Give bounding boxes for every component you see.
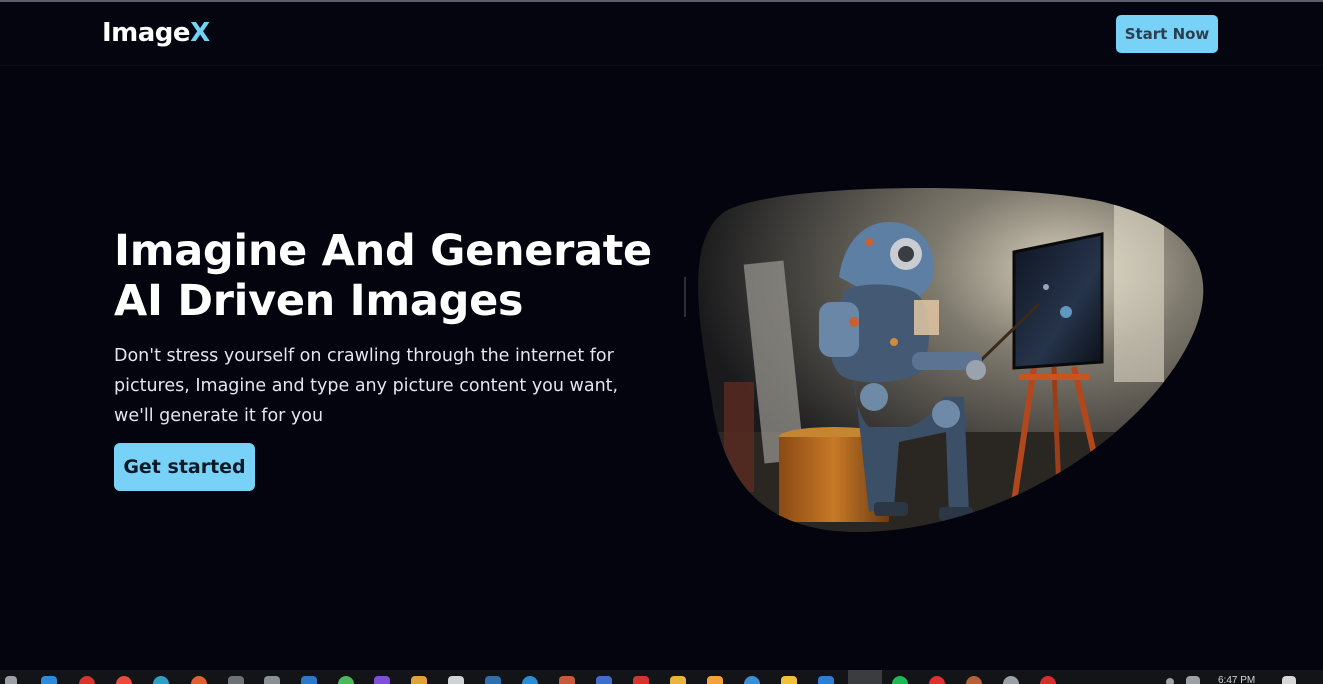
opera-icon[interactable] bbox=[929, 676, 945, 684]
word-icon[interactable] bbox=[818, 676, 834, 684]
app-icon[interactable] bbox=[264, 676, 280, 684]
file-icon[interactable] bbox=[448, 676, 464, 684]
hero-title-line-2: AI Driven Images bbox=[114, 276, 524, 326]
start-now-button[interactable]: Start Now bbox=[1116, 15, 1218, 53]
app-icon[interactable] bbox=[1040, 676, 1056, 684]
app-icon[interactable] bbox=[559, 676, 575, 684]
vscode-icon[interactable] bbox=[41, 676, 57, 684]
active-app-icon[interactable] bbox=[848, 670, 882, 684]
app-icon[interactable] bbox=[966, 676, 982, 684]
tray-icon[interactable] bbox=[1186, 676, 1200, 684]
hero-image bbox=[684, 188, 1204, 533]
app-icon[interactable] bbox=[781, 676, 797, 684]
app-icon[interactable] bbox=[707, 676, 723, 684]
app-icon[interactable] bbox=[596, 676, 612, 684]
taskbar: 6:47 PM bbox=[0, 670, 1323, 684]
notifications-icon[interactable] bbox=[1282, 676, 1296, 684]
tray-chevron-icon[interactable] bbox=[1166, 678, 1174, 684]
logo-accent-text: X bbox=[190, 18, 210, 48]
hero-title-line-1: Imagine And Generate bbox=[114, 226, 652, 276]
app-icon[interactable] bbox=[338, 676, 354, 684]
chrome-icon[interactable] bbox=[116, 676, 132, 684]
logo-main-text: Image bbox=[102, 18, 191, 48]
spotify-icon[interactable] bbox=[892, 676, 908, 684]
app-icon[interactable] bbox=[411, 676, 427, 684]
app-icon[interactable] bbox=[228, 676, 244, 684]
logo[interactable]: ImageX bbox=[102, 18, 210, 48]
app-icon[interactable] bbox=[79, 676, 95, 684]
taskbar-clock[interactable]: 6:47 PM bbox=[1218, 675, 1255, 684]
visual-studio-icon[interactable] bbox=[374, 676, 390, 684]
app-icon[interactable] bbox=[522, 676, 538, 684]
edge-icon[interactable] bbox=[153, 676, 169, 684]
app-icon[interactable] bbox=[485, 676, 501, 684]
folder-icon[interactable] bbox=[670, 676, 686, 684]
app-icon[interactable] bbox=[633, 676, 649, 684]
hero-title: Imagine And Generate AI Driven Images bbox=[114, 226, 674, 326]
task-view-icon[interactable] bbox=[5, 676, 17, 684]
get-started-button[interactable]: Get started bbox=[114, 443, 255, 491]
mail-icon[interactable] bbox=[301, 676, 317, 684]
settings-icon[interactable] bbox=[1003, 676, 1019, 684]
firefox-icon[interactable] bbox=[191, 676, 207, 684]
app-icon[interactable] bbox=[744, 676, 760, 684]
hero-description: Don't stress yourself on crawling throug… bbox=[114, 346, 619, 426]
navbar: ImageX Start Now bbox=[0, 2, 1323, 66]
